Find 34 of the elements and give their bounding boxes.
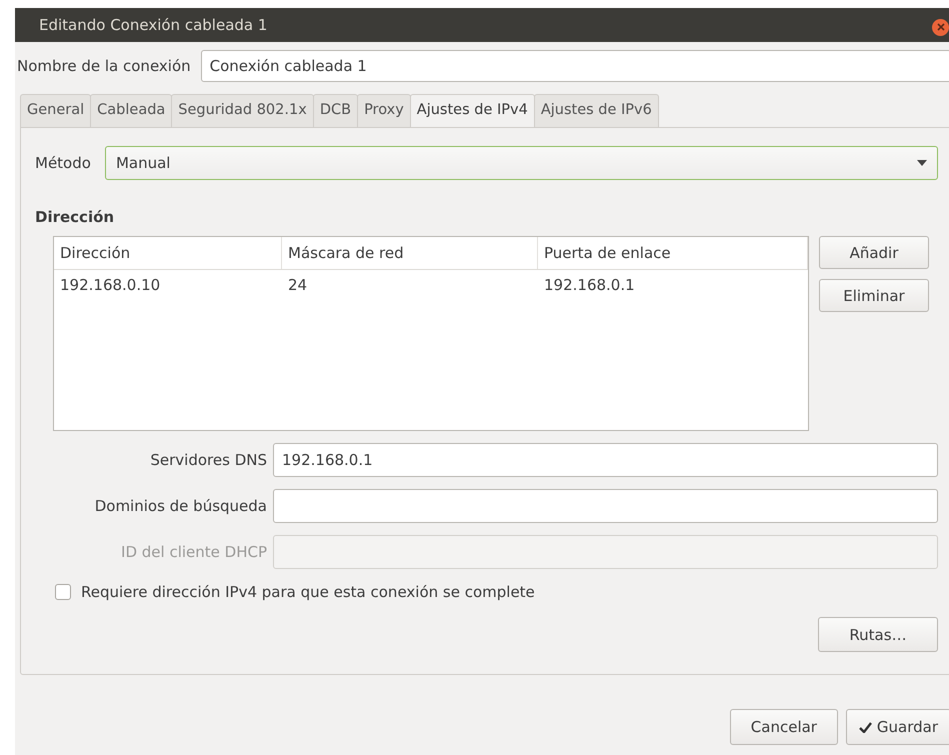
section-title: Dirección bbox=[35, 208, 116, 226]
save-button[interactable]: Guardar bbox=[846, 709, 949, 745]
connection-name-field[interactable]: Conexión cableada 1 bbox=[200, 50, 949, 82]
column-header[interactable]: Puerta de enlace bbox=[538, 237, 808, 269]
table-action-button[interactable]: Añadir bbox=[819, 236, 929, 269]
field-label: Nombre de la conexión bbox=[17, 57, 191, 75]
table-action-button[interactable]: Eliminar bbox=[819, 279, 929, 312]
tab[interactable]: Seguridad 802.1x bbox=[171, 94, 314, 127]
method-dropdown[interactable]: Manual bbox=[104, 146, 938, 180]
tab[interactable]: Proxy bbox=[357, 94, 411, 127]
table-cell-text: 192.168.0.1 bbox=[543, 275, 636, 296]
field-label: ID del cliente DHCP bbox=[120, 543, 267, 561]
tab[interactable]: Ajustes de IPv6 bbox=[534, 94, 659, 127]
text-field[interactable]: 192.168.0.1 bbox=[273, 443, 938, 477]
checkbox-label: Requiere dirección IPv4 para que esta conexión se complete bbox=[81, 583, 535, 601]
tab[interactable]: General bbox=[20, 94, 92, 127]
table-cell-text: 24 bbox=[287, 275, 308, 296]
column-header[interactable]: Dirección bbox=[54, 237, 282, 269]
column-header[interactable]: Máscara de red bbox=[282, 237, 538, 269]
method-label: Método bbox=[35, 154, 91, 172]
close-button[interactable] bbox=[932, 18, 949, 36]
cancel-button[interactable]: Cancelar bbox=[730, 709, 838, 745]
close-icon bbox=[936, 23, 944, 31]
dropdown-arrow-icon bbox=[917, 160, 927, 166]
field-label: Dominios de búsqueda bbox=[94, 497, 267, 515]
routes-button[interactable]: Rutas… bbox=[818, 617, 938, 652]
field-label: Servidores DNS bbox=[149, 451, 267, 469]
text-field[interactable] bbox=[273, 489, 938, 523]
checkmark-icon bbox=[858, 722, 872, 732]
table-cell-text: 192.168.0.10 bbox=[59, 275, 162, 296]
window-title: Editando Conexión cableada 1 bbox=[39, 16, 268, 34]
checkbox[interactable] bbox=[55, 584, 71, 600]
tab[interactable]: Cableada bbox=[90, 94, 172, 127]
tab[interactable]: DCB bbox=[312, 94, 358, 127]
